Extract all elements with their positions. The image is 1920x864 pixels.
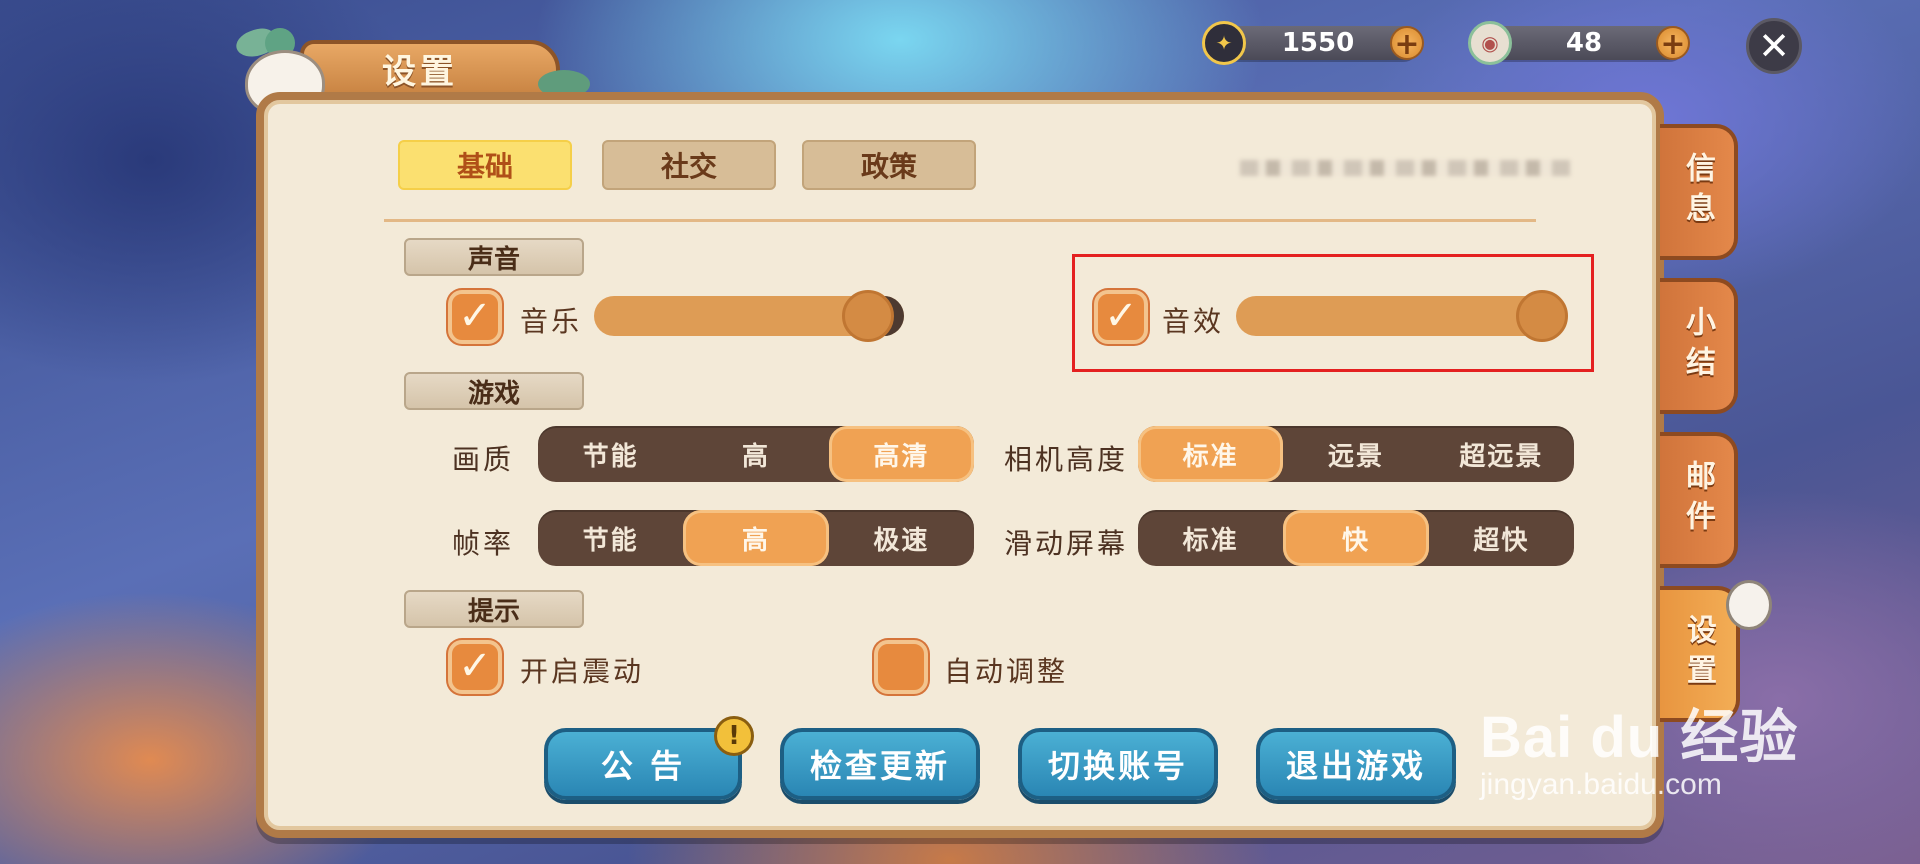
side-tab-info[interactable]: 信息 [1660, 124, 1738, 260]
tab-policy[interactable]: 政策 [802, 140, 976, 190]
add-star-coin-button[interactable]: + [1390, 26, 1424, 61]
side-tab-mail[interactable]: 邮件 [1660, 432, 1738, 568]
section-label-game: 游戏 [404, 372, 584, 410]
watermark-logo: Bai du 经验 [1480, 705, 1799, 770]
camera-option-ultra-far[interactable]: 超远景 [1429, 426, 1574, 482]
sound-effects-slider[interactable] [1236, 290, 1568, 342]
vibration-label: 开启震动 [520, 655, 645, 688]
music-slider-knob[interactable] [842, 290, 894, 342]
section-label-tips: 提示 [404, 590, 584, 628]
scroll-option-super-fast[interactable]: 超快 [1429, 510, 1574, 566]
tab-basic[interactable]: 基础 [398, 140, 572, 190]
vibration-checkbox[interactable]: ✓ [448, 640, 502, 694]
sound-effects-checkbox[interactable]: ✓ [1094, 290, 1148, 344]
auto-adjust-checkbox[interactable] [874, 640, 928, 694]
scroll-option-fast[interactable]: 快 [1283, 510, 1429, 566]
framerate-label: 帧率 [452, 527, 515, 560]
switch-account-button[interactable]: 切换账号 [1018, 728, 1218, 800]
framerate-selector: 节能 高 极速 [538, 510, 974, 566]
quality-option-hd[interactable]: 高清 [828, 426, 974, 482]
side-tab-summary[interactable]: 小结 [1660, 278, 1738, 414]
watermark: Bai du 经验 jingyan.baidu.com [1480, 690, 1798, 802]
quality-selector: 节能 高 高清 [538, 426, 974, 482]
page-title: 设置 [382, 52, 458, 92]
side-tab-label: 设置 [1681, 614, 1716, 694]
currency-jade: ◉ 48 + [1468, 21, 1690, 65]
mascot-icon [1726, 580, 1772, 630]
camera-height-selector: 标准 远景 超远景 [1138, 426, 1574, 482]
currency-star: ✦ 1550 + [1202, 21, 1424, 65]
currency-star-value: 1550 [1281, 28, 1355, 58]
scroll-screen-selector: 标准 快 超快 [1138, 510, 1574, 566]
sound-effects-label: 音效 [1162, 305, 1225, 338]
blurred-player-id [1240, 160, 1570, 176]
camera-height-label: 相机高度 [1004, 443, 1129, 476]
star-coin-icon: ✦ [1202, 21, 1246, 65]
music-checkbox[interactable]: ✓ [448, 290, 502, 344]
scroll-option-standard[interactable]: 标准 [1138, 510, 1283, 566]
scroll-screen-label: 滑动屏幕 [1004, 527, 1129, 560]
check-update-button[interactable]: 检查更新 [780, 728, 980, 800]
camera-option-far[interactable]: 远景 [1283, 426, 1428, 482]
auto-adjust-label: 自动调整 [944, 655, 1069, 688]
close-button[interactable]: ✕ [1746, 18, 1802, 74]
framerate-option-extreme[interactable]: 极速 [829, 510, 974, 566]
sound-effects-slider-knob[interactable] [1516, 290, 1568, 342]
quality-option-eco[interactable]: 节能 [538, 426, 683, 482]
notice-badge-icon: ! [714, 716, 754, 756]
quality-label: 画质 [452, 443, 515, 476]
camera-option-standard[interactable]: 标准 [1138, 426, 1284, 482]
tab-social[interactable]: 社交 [602, 140, 776, 190]
side-tab-label: 小结 [1680, 306, 1715, 386]
side-tab-label: 信息 [1680, 152, 1715, 232]
music-slider[interactable] [594, 290, 904, 342]
music-label: 音乐 [520, 305, 583, 338]
exit-game-button[interactable]: 退出游戏 [1256, 728, 1456, 800]
add-jade-coin-button[interactable]: + [1656, 26, 1690, 61]
notice-button[interactable]: 公 告 [544, 728, 742, 800]
framerate-option-high[interactable]: 高 [683, 510, 829, 566]
framerate-option-eco[interactable]: 节能 [538, 510, 683, 566]
jade-coin-icon: ◉ [1468, 21, 1512, 65]
side-tab-label: 邮件 [1680, 460, 1715, 540]
divider [384, 219, 1536, 222]
currency-jade-value: 48 [1565, 28, 1603, 58]
quality-option-high[interactable]: 高 [683, 426, 828, 482]
section-label-sound: 声音 [404, 238, 584, 276]
